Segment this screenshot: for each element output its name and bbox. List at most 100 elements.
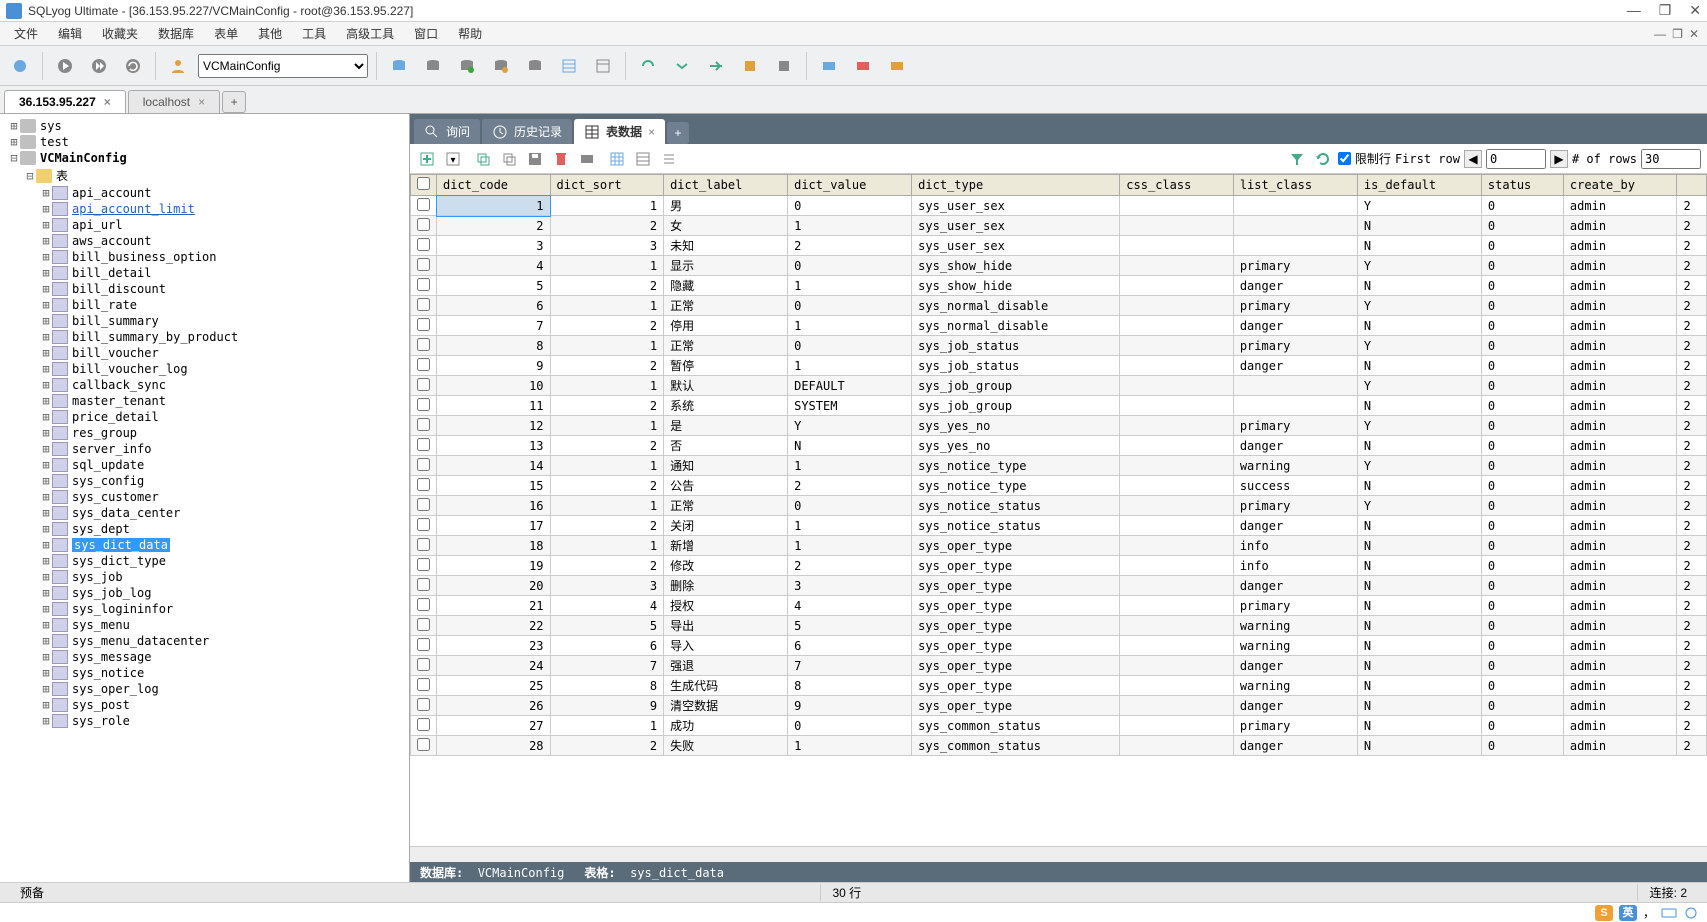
- row-checkbox[interactable]: [411, 616, 437, 636]
- table-node[interactable]: ⊞price_detail: [0, 409, 409, 425]
- row-checkbox[interactable]: [411, 536, 437, 556]
- cell[interactable]: N: [1357, 516, 1481, 536]
- cell[interactable]: 0: [788, 336, 912, 356]
- table-row[interactable]: 269清空数据9sys_oper_typedangerN0admin2: [411, 696, 1707, 716]
- table-tool-2-icon[interactable]: [589, 52, 617, 80]
- cell[interactable]: 显示: [664, 256, 788, 276]
- cell[interactable]: primary: [1233, 596, 1357, 616]
- cell[interactable]: [1120, 196, 1234, 216]
- cell[interactable]: Y: [1357, 296, 1481, 316]
- cell[interactable]: 3: [437, 236, 551, 256]
- new-connection-icon[interactable]: [6, 52, 34, 80]
- sync-tool-2-icon[interactable]: [668, 52, 696, 80]
- cell[interactable]: [1120, 376, 1234, 396]
- table-row[interactable]: 41显示0sys_show_hideprimaryY0admin2: [411, 256, 1707, 276]
- cell[interactable]: 2: [1677, 336, 1707, 356]
- table-row[interactable]: 81正常0sys_job_statusprimaryY0admin2: [411, 336, 1707, 356]
- cell[interactable]: N: [1357, 596, 1481, 616]
- row-checkbox[interactable]: [411, 356, 437, 376]
- cell[interactable]: 21: [437, 596, 551, 616]
- cell[interactable]: 3: [788, 576, 912, 596]
- cell[interactable]: sys_user_sex: [912, 196, 1120, 216]
- cell[interactable]: sys_show_hide: [912, 256, 1120, 276]
- column-header[interactable]: dict_value: [788, 175, 912, 196]
- table-row[interactable]: 161正常0sys_notice_statusprimaryY0admin2: [411, 496, 1707, 516]
- table-node[interactable]: ⊞sys_job_log: [0, 585, 409, 601]
- cell[interactable]: 是: [664, 416, 788, 436]
- cell[interactable]: 10: [437, 376, 551, 396]
- row-checkbox[interactable]: [411, 336, 437, 356]
- cell[interactable]: 1: [788, 736, 912, 756]
- cell[interactable]: admin: [1563, 336, 1677, 356]
- cell[interactable]: sys_oper_type: [912, 536, 1120, 556]
- cell[interactable]: admin: [1563, 396, 1677, 416]
- cell[interactable]: 2: [550, 476, 664, 496]
- table-node[interactable]: ⊞sys_menu_datacenter: [0, 633, 409, 649]
- cell[interactable]: 1: [788, 536, 912, 556]
- cell[interactable]: 1: [550, 716, 664, 736]
- cell[interactable]: admin: [1563, 356, 1677, 376]
- cell[interactable]: 2: [1677, 376, 1707, 396]
- cell[interactable]: 1: [788, 456, 912, 476]
- cell[interactable]: N: [1357, 616, 1481, 636]
- cell[interactable]: 14: [437, 456, 551, 476]
- cell[interactable]: danger: [1233, 276, 1357, 296]
- cell[interactable]: [1120, 656, 1234, 676]
- table-node[interactable]: ⊞bill_voucher_log: [0, 361, 409, 377]
- sync-tool-4-icon[interactable]: [736, 52, 764, 80]
- cell[interactable]: 0: [1481, 196, 1563, 216]
- cell[interactable]: primary: [1233, 416, 1357, 436]
- table-row[interactable]: 132否Nsys_yes_nodangerN0admin2: [411, 436, 1707, 456]
- cell[interactable]: 2: [550, 276, 664, 296]
- table-node[interactable]: ⊞sys_role: [0, 713, 409, 729]
- row-checkbox[interactable]: [411, 216, 437, 236]
- column-header[interactable]: dict_code: [437, 175, 551, 196]
- cell[interactable]: 正常: [664, 296, 788, 316]
- cell[interactable]: admin: [1563, 316, 1677, 336]
- cell[interactable]: [1120, 676, 1234, 696]
- column-header[interactable]: dict_label: [664, 175, 788, 196]
- settings-icon[interactable]: [1683, 905, 1699, 921]
- cell[interactable]: [1120, 516, 1234, 536]
- column-header[interactable]: list_class: [1233, 175, 1357, 196]
- cell[interactable]: 0: [788, 256, 912, 276]
- cell[interactable]: 7: [788, 656, 912, 676]
- num-rows-input[interactable]: [1641, 149, 1701, 169]
- ime-badge-2[interactable]: 英: [1619, 905, 1637, 921]
- cell[interactable]: [1120, 256, 1234, 276]
- db-tool-1-icon[interactable]: [385, 52, 413, 80]
- cell[interactable]: 关闭: [664, 516, 788, 536]
- cell[interactable]: primary: [1233, 716, 1357, 736]
- misc-tool-1-icon[interactable]: [815, 52, 843, 80]
- cell[interactable]: 2: [1677, 356, 1707, 376]
- menu-其他[interactable]: 其他: [248, 25, 292, 42]
- cell[interactable]: N: [1357, 716, 1481, 736]
- cell[interactable]: Y: [1357, 496, 1481, 516]
- table-row[interactable]: 258生成代码8sys_oper_typewarningN0admin2: [411, 676, 1707, 696]
- cell[interactable]: 2: [1677, 656, 1707, 676]
- cell[interactable]: 1: [788, 216, 912, 236]
- cell[interactable]: 2: [550, 316, 664, 336]
- sync-tool-1-icon[interactable]: [634, 52, 662, 80]
- cell[interactable]: 28: [437, 736, 551, 756]
- cell[interactable]: danger: [1233, 576, 1357, 596]
- cell[interactable]: admin: [1563, 236, 1677, 256]
- cell[interactable]: 强退: [664, 656, 788, 676]
- cell[interactable]: 2: [550, 436, 664, 456]
- cell[interactable]: 0: [1481, 616, 1563, 636]
- cell[interactable]: [1120, 476, 1234, 496]
- cell[interactable]: 0: [1481, 456, 1563, 476]
- cell[interactable]: 0: [1481, 636, 1563, 656]
- cell[interactable]: 2: [1677, 196, 1707, 216]
- cancel-icon[interactable]: [576, 148, 598, 170]
- cell[interactable]: 4: [788, 596, 912, 616]
- ime-punct[interactable]: ，: [1643, 904, 1655, 921]
- mdi-restore-icon[interactable]: ❐: [1672, 27, 1683, 41]
- table-row[interactable]: 203删除3sys_oper_typedangerN0admin2: [411, 576, 1707, 596]
- cell[interactable]: danger: [1233, 736, 1357, 756]
- cell[interactable]: 2: [1677, 216, 1707, 236]
- cell[interactable]: 26: [437, 696, 551, 716]
- cell[interactable]: sys_oper_type: [912, 656, 1120, 676]
- table-row[interactable]: 52隐藏1sys_show_hidedangerN0admin2: [411, 276, 1707, 296]
- cell[interactable]: 导出: [664, 616, 788, 636]
